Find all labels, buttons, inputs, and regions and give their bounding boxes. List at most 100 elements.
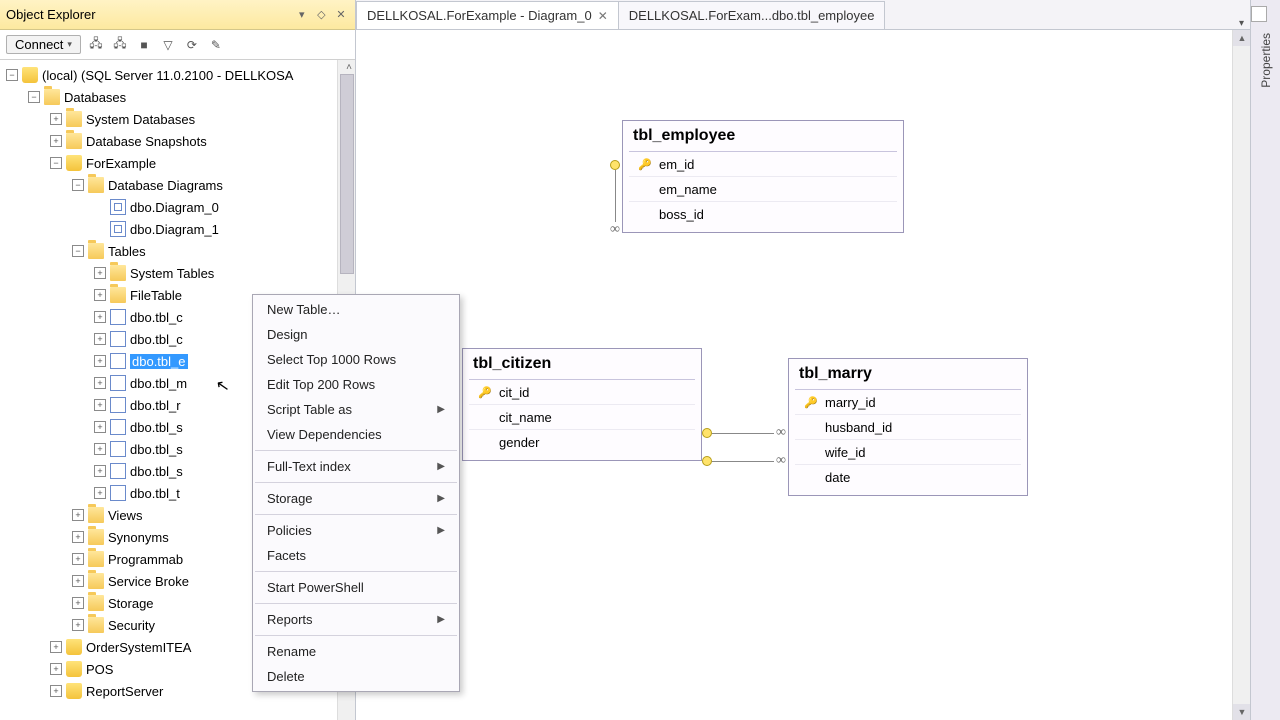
table-column[interactable]: cit_name xyxy=(469,405,695,430)
expand-icon[interactable]: + xyxy=(72,509,84,521)
menu-reports[interactable]: Reports▶ xyxy=(253,607,459,632)
tab-dropdown-icon[interactable]: ▾ xyxy=(1239,18,1244,29)
menu-select-top[interactable]: Select Top 1000 Rows xyxy=(253,347,459,372)
menu-script-table[interactable]: Script Table as▶ xyxy=(253,397,459,422)
expand-icon[interactable]: + xyxy=(94,355,106,367)
expand-icon[interactable]: + xyxy=(72,619,84,631)
pin-icon[interactable]: ◇ xyxy=(313,0,329,30)
table-column[interactable]: em_name xyxy=(629,177,897,202)
menu-view-dependencies[interactable]: View Dependencies xyxy=(253,422,459,447)
scroll-thumb[interactable] xyxy=(340,74,354,274)
menu-new-table[interactable]: New Table… xyxy=(253,297,459,322)
relationship-infinity-icon: ∞ xyxy=(608,222,622,238)
menu-start-powershell[interactable]: Start PowerShell xyxy=(253,575,459,600)
document-tabs: DELLKOSAL.ForExample - Diagram_0 ✕ DELLK… xyxy=(356,0,1250,30)
table-column[interactable]: 🔑em_id xyxy=(629,152,897,177)
relationship-citizen-marry-1[interactable]: ∞ xyxy=(702,428,788,438)
expand-icon[interactable]: + xyxy=(72,553,84,565)
menu-policies[interactable]: Policies▶ xyxy=(253,518,459,543)
table-column[interactable]: 🔑cit_id xyxy=(469,380,695,405)
expand-icon[interactable]: + xyxy=(72,575,84,587)
scroll-down-icon[interactable]: ▼ xyxy=(1233,704,1250,720)
tree-databases[interactable]: −Databases xyxy=(0,86,355,108)
menu-rename[interactable]: Rename xyxy=(253,639,459,664)
diagram-table-citizen[interactable]: tbl_citizen 🔑cit_id cit_name gender xyxy=(462,348,702,461)
expand-icon[interactable]: + xyxy=(50,663,62,675)
collapse-icon[interactable]: − xyxy=(6,69,18,81)
table-column[interactable]: gender xyxy=(469,430,695,454)
relationship-self-employee[interactable]: ∞ xyxy=(608,160,622,238)
tree-tables[interactable]: −Tables xyxy=(0,240,355,262)
expand-icon[interactable]: + xyxy=(94,333,106,345)
expand-icon[interactable]: + xyxy=(50,135,62,147)
close-icon[interactable]: ✕ xyxy=(598,9,608,23)
filter-icon[interactable]: ▽ xyxy=(159,36,177,54)
tab-diagram[interactable]: DELLKOSAL.ForExample - Diagram_0 ✕ xyxy=(356,1,619,29)
tab-tbl-employee[interactable]: DELLKOSAL.ForExam...dbo.tbl_employee xyxy=(618,1,886,29)
expand-icon[interactable]: + xyxy=(72,597,84,609)
diagram-canvas[interactable]: tbl_employee 🔑em_id em_name boss_id ∞ tb… xyxy=(356,30,1250,720)
properties-dock-tab[interactable]: Properties xyxy=(1250,0,1280,720)
table-icon xyxy=(110,463,126,479)
tree-system-databases[interactable]: +System Databases xyxy=(0,108,355,130)
menu-fulltext-index[interactable]: Full-Text index▶ xyxy=(253,454,459,479)
menu-edit-top[interactable]: Edit Top 200 Rows xyxy=(253,372,459,397)
expand-icon[interactable]: + xyxy=(72,531,84,543)
scroll-up-icon[interactable]: ˄ xyxy=(346,62,352,73)
table-column[interactable]: 🔑marry_id xyxy=(795,390,1021,415)
key-icon: 🔑 xyxy=(803,394,819,410)
expand-icon[interactable]: + xyxy=(94,289,106,301)
canvas-scrollbar[interactable]: ▲ ▼ xyxy=(1232,30,1250,720)
close-icon[interactable]: ✕ xyxy=(333,0,349,30)
expand-icon[interactable]: + xyxy=(94,399,106,411)
tree-server-node[interactable]: −(local) (SQL Server 11.0.2100 - DELLKOS… xyxy=(0,64,355,86)
menu-design[interactable]: Design xyxy=(253,322,459,347)
collapse-icon[interactable]: − xyxy=(72,179,84,191)
table-column[interactable]: boss_id xyxy=(629,202,897,226)
script-icon[interactable]: ✎ xyxy=(207,36,225,54)
collapse-icon[interactable]: − xyxy=(50,157,62,169)
table-column[interactable]: wife_id xyxy=(795,440,1021,465)
collapse-icon[interactable]: − xyxy=(28,91,40,103)
menu-storage[interactable]: Storage▶ xyxy=(253,486,459,511)
tree-diagram0[interactable]: dbo.Diagram_0 xyxy=(0,196,355,218)
stop-icon[interactable]: ■ xyxy=(135,36,153,54)
dropdown-icon[interactable]: ▾ xyxy=(294,0,310,30)
menu-separator xyxy=(255,603,457,604)
menu-facets[interactable]: Facets xyxy=(253,543,459,568)
tree-diagram1[interactable]: dbo.Diagram_1 xyxy=(0,218,355,240)
table-column[interactable]: husband_id xyxy=(795,415,1021,440)
disconnect-icon[interactable]: 🖧 xyxy=(111,36,129,54)
expand-icon[interactable]: + xyxy=(94,443,106,455)
menu-delete[interactable]: Delete xyxy=(253,664,459,689)
table-column[interactable]: date xyxy=(795,465,1021,489)
tree-db-forexample[interactable]: −ForExample xyxy=(0,152,355,174)
expand-icon[interactable]: + xyxy=(94,311,106,323)
expand-icon[interactable]: + xyxy=(50,113,62,125)
expand-icon[interactable]: + xyxy=(50,641,62,653)
folder-icon xyxy=(88,243,104,259)
tree-system-tables[interactable]: +System Tables xyxy=(0,262,355,284)
expand-icon[interactable]: + xyxy=(94,465,106,477)
diagram-table-marry[interactable]: tbl_marry 🔑marry_id husband_id wife_id d… xyxy=(788,358,1028,496)
connect-button[interactable]: Connect xyxy=(6,35,81,54)
scroll-up-icon[interactable]: ▲ xyxy=(1233,30,1250,46)
expand-icon[interactable]: + xyxy=(94,421,106,433)
diagram-table-employee[interactable]: tbl_employee 🔑em_id em_name boss_id xyxy=(622,120,904,233)
folder-icon xyxy=(88,529,104,545)
submenu-arrow-icon: ▶ xyxy=(437,461,445,472)
collapse-icon[interactable]: − xyxy=(72,245,84,257)
expand-icon[interactable]: + xyxy=(94,377,106,389)
menu-separator xyxy=(255,635,457,636)
connect-object-icon[interactable]: 🖧 xyxy=(87,36,105,54)
refresh-icon[interactable]: ⟳ xyxy=(183,36,201,54)
expand-icon[interactable]: + xyxy=(94,267,106,279)
table-icon xyxy=(110,331,126,347)
menu-separator xyxy=(255,571,457,572)
relationship-citizen-marry-2[interactable]: ∞ xyxy=(702,456,788,466)
expand-icon[interactable]: + xyxy=(94,487,106,499)
tree-database-snapshots[interactable]: +Database Snapshots xyxy=(0,130,355,152)
tree-database-diagrams[interactable]: −Database Diagrams xyxy=(0,174,355,196)
database-icon xyxy=(66,661,82,677)
expand-icon[interactable]: + xyxy=(50,685,62,697)
